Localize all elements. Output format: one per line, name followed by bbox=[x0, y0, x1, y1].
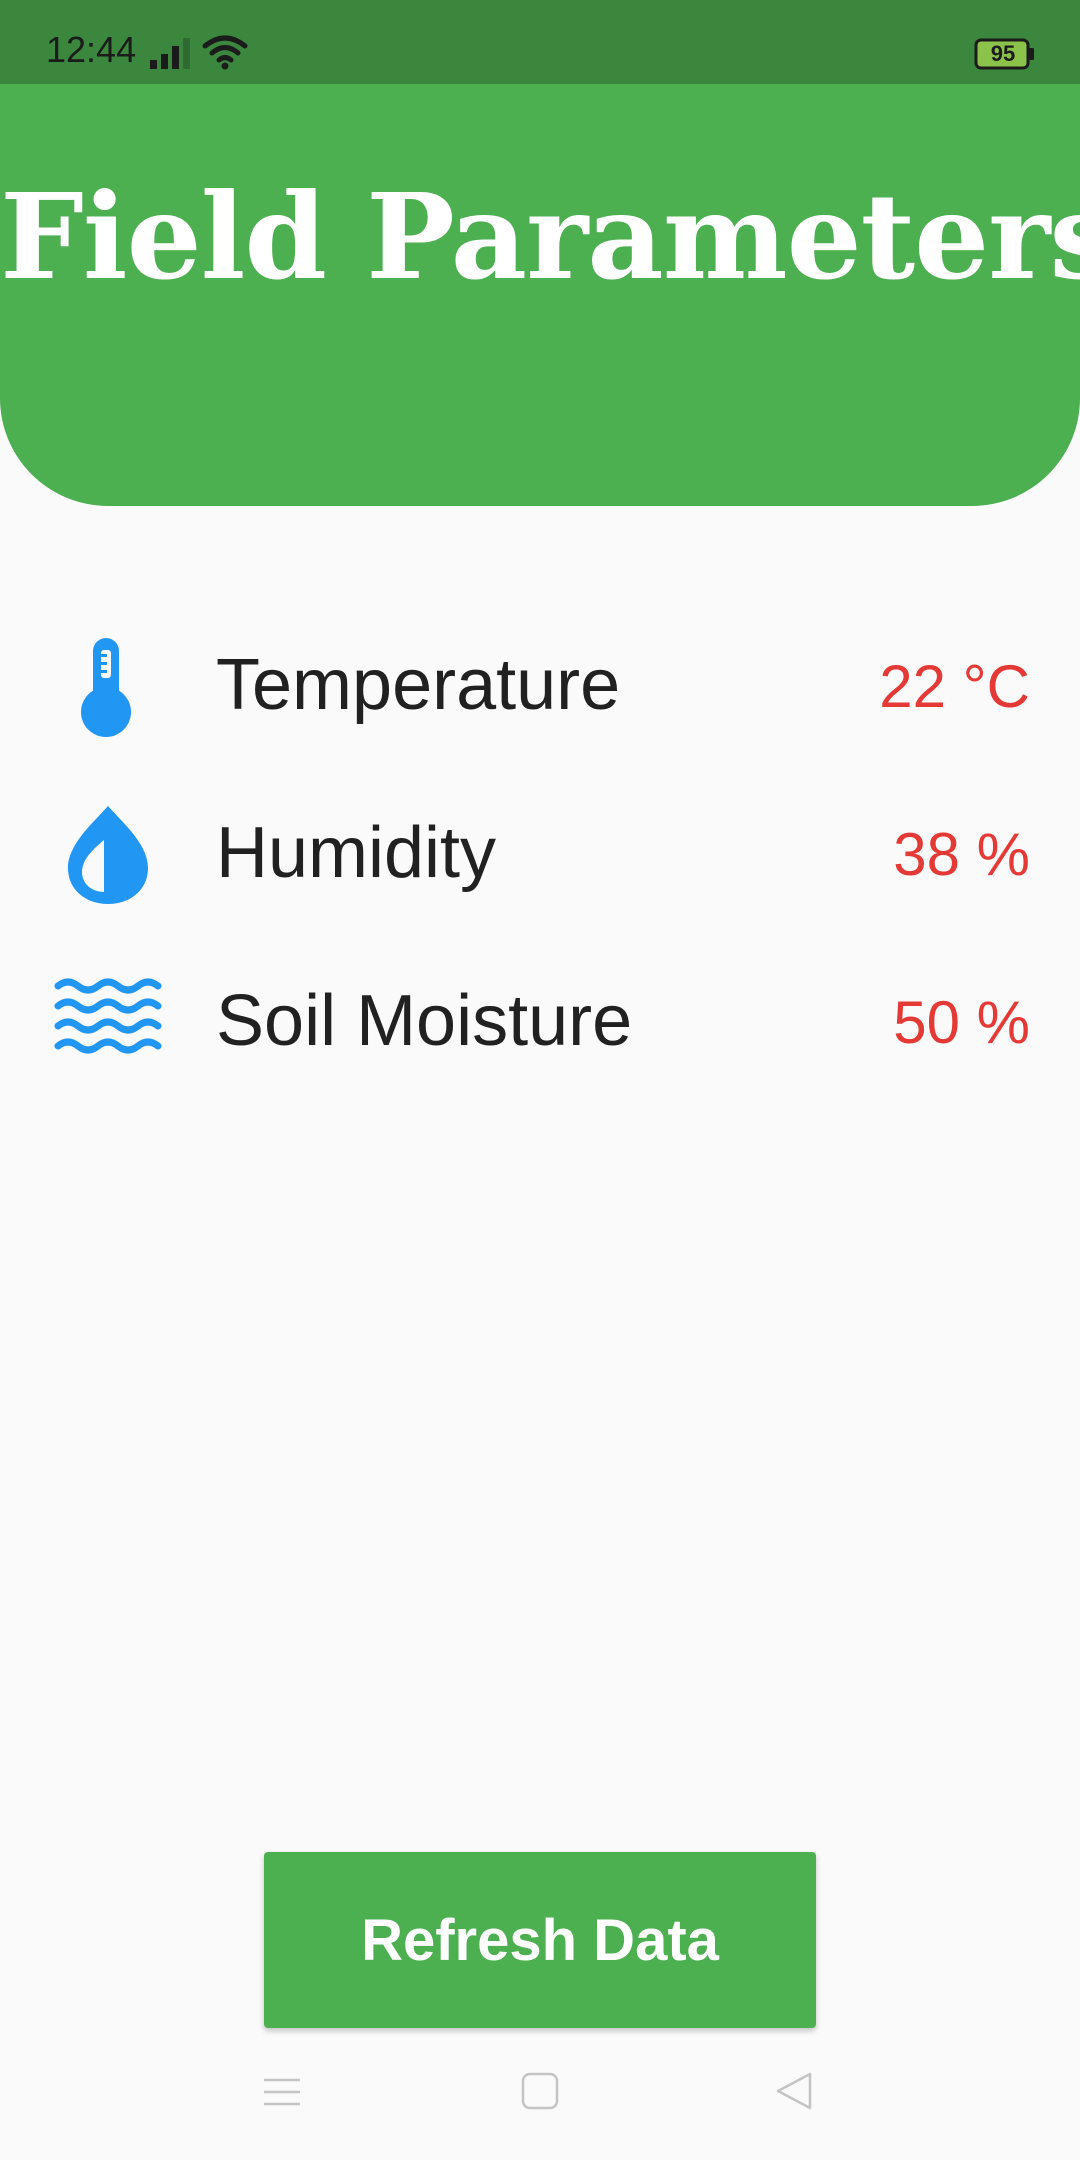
thermometer-icon bbox=[81, 638, 131, 737]
parameter-row-temperature: Temperature 22 °C bbox=[0, 610, 1080, 740]
home-icon[interactable] bbox=[520, 2070, 560, 2112]
waves-icon bbox=[54, 978, 162, 1054]
menu-icon[interactable] bbox=[262, 2072, 302, 2112]
system-nav-bar bbox=[0, 2040, 1080, 2160]
signal-icon bbox=[150, 38, 190, 69]
parameter-row-soil-moisture: Soil Moisture 50 % bbox=[0, 946, 1080, 1076]
parameter-label: Soil Moisture bbox=[216, 981, 633, 1061]
battery-level: 95 bbox=[990, 41, 1016, 66]
parameter-value: 38 % bbox=[893, 821, 1030, 888]
parameter-value: 22 °C bbox=[879, 653, 1030, 720]
status-bar: 12:44 95 bbox=[0, 0, 1080, 84]
wifi-icon bbox=[202, 35, 248, 70]
status-time: 12:44 bbox=[46, 29, 137, 70]
back-icon[interactable] bbox=[774, 2070, 814, 2112]
header-banner: Field Parameters bbox=[0, 84, 1080, 506]
parameter-value: 50 % bbox=[893, 989, 1030, 1056]
parameter-label: Humidity bbox=[216, 813, 497, 893]
parameter-label: Temperature bbox=[216, 645, 621, 725]
page-title: Field Parameters bbox=[0, 167, 1080, 306]
refresh-data-button[interactable]: Refresh Data bbox=[264, 1852, 816, 2028]
app-screen: 12:44 95 Field Parameters Temperature 22… bbox=[0, 0, 1080, 2160]
parameter-row-humidity: Humidity 38 % bbox=[0, 778, 1080, 908]
water-drop-icon bbox=[68, 806, 148, 904]
